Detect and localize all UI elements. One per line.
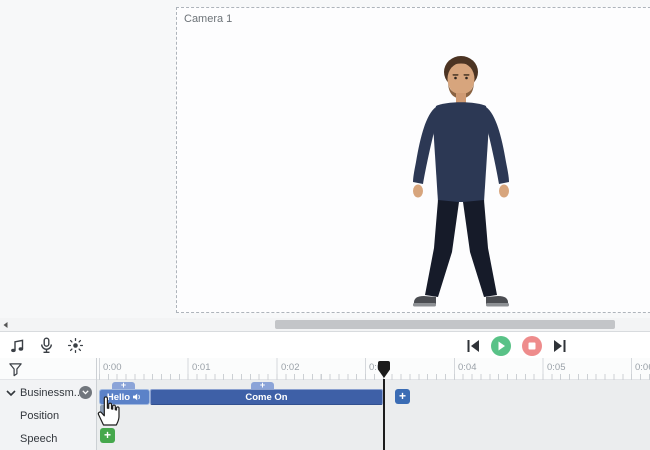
toolbar <box>0 331 650 358</box>
horizontal-scrollbar[interactable] <box>0 318 650 331</box>
character-sweater <box>433 102 489 202</box>
scroll-left-arrow-icon[interactable] <box>2 321 10 329</box>
track-options-button[interactable] <box>79 386 92 399</box>
stop-button[interactable] <box>522 336 542 356</box>
music-icon[interactable] <box>7 336 27 356</box>
skip-to-end-button[interactable] <box>553 339 567 353</box>
camera-label: Camera 1 <box>184 13 232 25</box>
ruler-label: 0:00 <box>103 362 122 373</box>
transport-controls <box>466 332 567 359</box>
character-businessman[interactable] <box>376 52 546 314</box>
clip-label: Come On <box>245 392 287 403</box>
timeline-body: Businessm... Position Speech + + Hello <box>0 380 650 450</box>
character-face <box>448 63 475 95</box>
add-speech-button[interactable]: + <box>100 428 115 443</box>
ruler-label: 0:06 <box>635 362 650 373</box>
clip-label: Hello <box>107 392 130 403</box>
ruler-label: 0:01 <box>192 362 211 373</box>
timeline-header: 0:00 0:01 0:02 0:03 0:04 0:05 0:06 <box>0 358 650 380</box>
speaker-icon <box>133 393 142 401</box>
skip-to-start-button[interactable] <box>466 339 480 353</box>
microphone-icon[interactable] <box>36 336 56 356</box>
playhead-line <box>383 379 385 450</box>
stage-area: Camera 1 <box>0 0 650 318</box>
media-tools <box>7 332 85 359</box>
ruler-label: 0:02 <box>281 362 300 373</box>
track-name: Position <box>20 410 59 422</box>
play-button[interactable] <box>491 336 511 356</box>
track-row-speech[interactable]: Speech <box>0 427 97 450</box>
track-name: Businessm... <box>20 387 83 399</box>
camera-viewport[interactable]: Camera 1 <box>176 7 650 313</box>
add-clip-button[interactable]: + <box>395 389 410 404</box>
timeline: 0:00 0:01 0:02 0:03 0:04 0:05 0:06 Busin… <box>0 358 650 450</box>
track-row-businessman[interactable]: Businessm... <box>0 381 97 404</box>
character-pants <box>425 200 459 297</box>
track-name: Speech <box>20 433 57 445</box>
ruler-label: 0:05 <box>547 362 566 373</box>
clip-come-on[interactable]: Come On <box>150 389 383 405</box>
track-filter-button[interactable] <box>0 358 97 380</box>
playhead-handle[interactable] <box>377 360 391 384</box>
chevron-down-icon <box>82 390 89 395</box>
time-ruler[interactable]: 0:00 0:01 0:02 0:03 0:04 0:05 0:06 <box>97 358 650 380</box>
brightness-icon[interactable] <box>65 336 85 356</box>
collapse-chevron-icon[interactable] <box>6 389 16 397</box>
filter-icon <box>8 362 23 377</box>
clip-hello[interactable]: Hello <box>99 389 150 405</box>
position-clip-stub[interactable] <box>100 405 114 419</box>
scrollbar-thumb[interactable] <box>275 320 615 329</box>
track-list: Businessm... Position Speech <box>0 380 97 450</box>
track-row-position[interactable]: Position <box>0 404 97 427</box>
ruler-label: 0:04 <box>458 362 477 373</box>
